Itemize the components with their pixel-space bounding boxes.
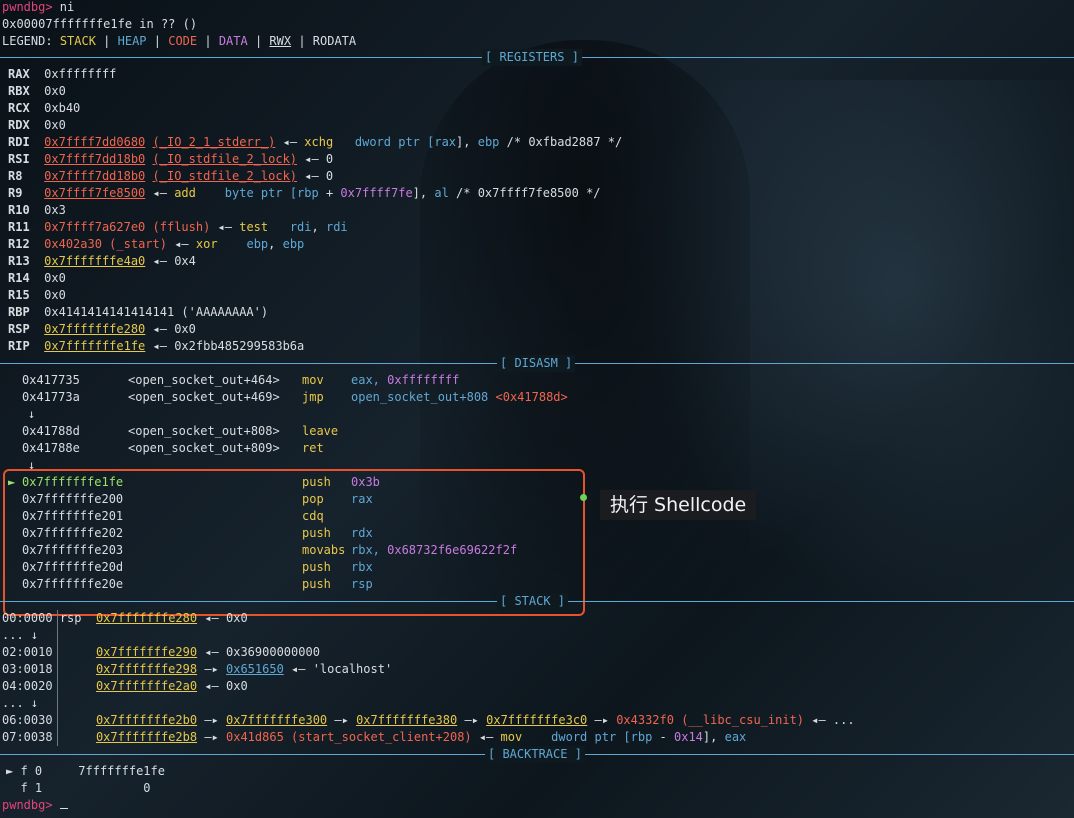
disasm-symbol: <open_socket_out+808> — [128, 424, 280, 438]
register-rbp: RBP 0x4141414141414141 ('AAAAAAAA') — [8, 305, 269, 319]
disasm-mnemonic: jmp — [302, 390, 324, 404]
register-r15: R15 0x0 — [8, 288, 66, 302]
legend-rodata: RODATA — [312, 34, 357, 48]
prompt: pwndbg> — [2, 798, 53, 812]
stack-row: 00:0000 rsp 0x7fffffffe280 ◂— 0x0 — [2, 611, 248, 625]
register-r14: R14 0x0 — [8, 271, 66, 285]
stack-ellipsis: ... ↓ — [2, 696, 39, 710]
disasm-mnemonic: leave — [302, 424, 339, 438]
cursor — [59, 798, 68, 809]
disasm-address: 0x41788e — [22, 441, 80, 455]
legend: LEGEND: STACK | HEAP | CODE | DATA | RWX… — [2, 34, 357, 48]
annotation-label: 执行 Shellcode — [600, 490, 757, 520]
legend-rwx: RWX — [269, 34, 292, 48]
disasm-operands: eax, 0xffffffff — [351, 373, 460, 387]
stack-row: 02:0010 0x7fffffffe290 ◂— 0x36900000000 — [2, 645, 320, 659]
register-rsi: RSI 0x7ffff7dd18b0 (_IO_stdfile_2_lock) … — [8, 152, 334, 166]
register-r9: R9 0x7ffff7fe8500 ◂— add byte ptr [rbp +… — [8, 186, 601, 200]
disasm-mnemonic: mov — [302, 373, 324, 387]
disasm-header: [ DISASM ] — [0, 355, 1074, 372]
disasm-symbol: <open_socket_out+464> — [128, 373, 280, 387]
command-text: ni — [52, 0, 75, 14]
stack-row: 06:0030 0x7fffffffe2b0 —▸ 0x7fffffffe300… — [2, 713, 855, 727]
register-r12: R12 0x402a30 (_start) ◂— xor ebp, ebp — [8, 237, 305, 251]
stack-row: 07:0038 0x7fffffffe2b8 —▸ 0x41d865 (star… — [2, 730, 747, 744]
disasm-symbol: <open_socket_out+809> — [128, 441, 280, 455]
disasm-operands: open_socket_out+808 <0x41788d> — [351, 390, 568, 404]
register-rip: RIP 0x7fffffffe1fe ◂— 0x2fbb485299583b6a — [8, 339, 305, 353]
disasm-address: 0x41788d — [22, 424, 80, 438]
input-line[interactable]: pwndbg> — [2, 797, 68, 814]
disasm-address: 0x417735 — [22, 373, 80, 387]
location-line: 0x00007fffffffe1fe in ?? () — [2, 17, 198, 31]
legend-heap: HEAP — [117, 34, 147, 48]
legend-data: DATA — [218, 34, 248, 48]
register-r10: R10 0x3 — [8, 203, 66, 217]
register-rdi: RDI 0x7ffff7dd0680 (_IO_2_1_stderr_) ◂— … — [8, 135, 623, 149]
stack-header: [ STACK ] — [0, 593, 1074, 610]
backtrace-frame: ► f 0 7fffffffe1fe — [6, 764, 165, 778]
disasm-symbol: <open_socket_out+469> — [128, 390, 280, 404]
disasm-address: 0x41773a — [22, 390, 80, 404]
disasm-mnemonic: ret — [302, 441, 324, 455]
register-r11: R11 0x7ffff7a627e0 (fflush) ◂— test rdi,… — [8, 220, 348, 234]
stack-row: 03:0018 0x7fffffffe298 —▸ 0x651650 ◂— 'l… — [2, 662, 393, 676]
backtrace-header: [ BACKTRACE ] — [0, 746, 1074, 763]
registers-header: [ REGISTERS ] — [0, 49, 1074, 66]
backtrace-frame: f 1 0 — [20, 781, 151, 795]
prompt: pwndbg> — [2, 0, 53, 14]
register-rcx: RCX 0xb40 — [8, 101, 81, 115]
legend-stack: STACK — [59, 34, 96, 48]
register-r13: R13 0x7fffffffe4a0 ◂— 0x4 — [8, 254, 196, 268]
annotation-dot — [580, 494, 587, 501]
register-r8: R8 0x7ffff7dd18b0 (_IO_stdfile_2_lock) ◂… — [8, 169, 334, 183]
stack-ellipsis: ... ↓ — [2, 628, 39, 642]
register-rsp: RSP 0x7fffffffe280 ◂— 0x0 — [8, 322, 196, 336]
stack-row: 04:0020 0x7fffffffe2a0 ◂— 0x0 — [2, 679, 248, 693]
command-line: pwndbg> ni — [2, 0, 74, 16]
legend-label: LEGEND: — [2, 34, 53, 48]
register-rax: RAX 0xffffffff — [8, 67, 117, 81]
register-rbx: RBX 0x0 — [8, 84, 66, 98]
register-rdx: RDX 0x0 — [8, 118, 66, 132]
legend-code: CODE — [168, 34, 198, 48]
